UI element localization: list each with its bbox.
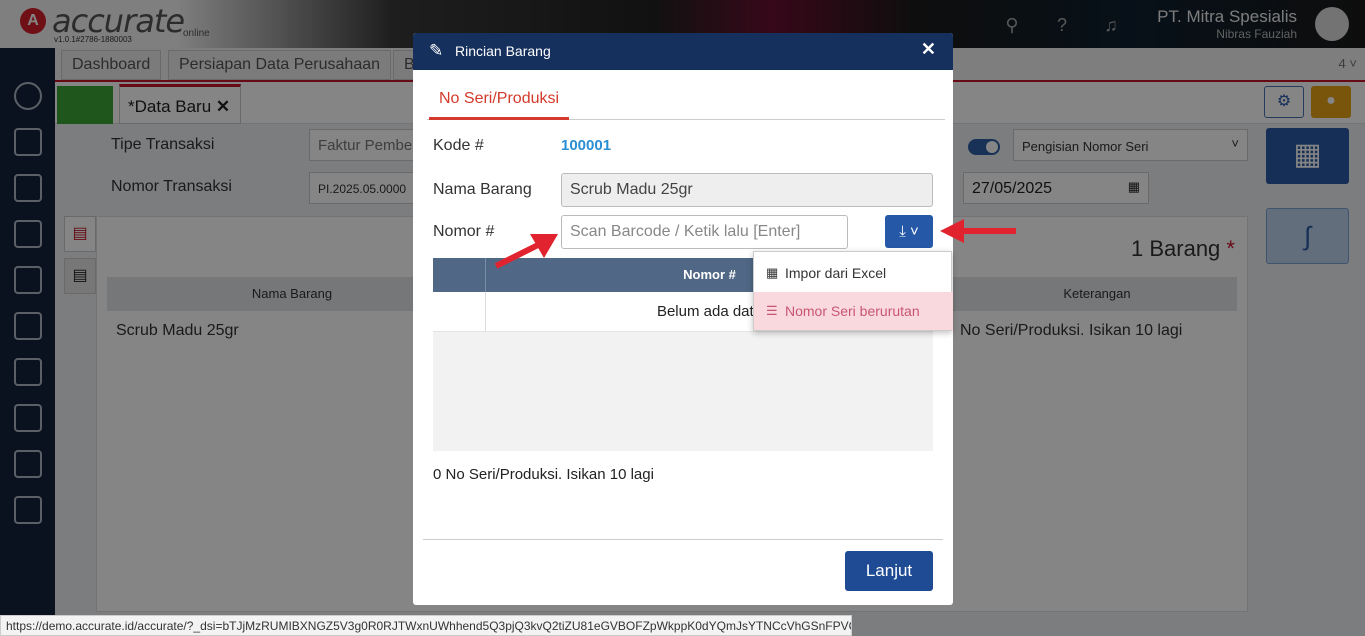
nama-barang-label: Nama Barang: [433, 181, 532, 198]
chevron-down-icon: ˅: [910, 223, 919, 240]
tab-no-seri[interactable]: No Seri/Produksi: [429, 82, 570, 120]
annotation-arrow-input: [494, 234, 558, 269]
modal-tabs: No Seri/Produksi: [427, 82, 945, 120]
menu-item-nomor-seri[interactable]: ☰ Nomor Seri berurutan: [754, 292, 953, 330]
kode-label: Kode #: [433, 137, 484, 154]
serial-count: 0 No Seri/Produksi. Isikan 10 lagi: [433, 466, 654, 483]
import-dropdown-menu: ▦ Impor dari Excel ☰ Nomor Seri beruruta…: [753, 251, 953, 331]
nomor-input[interactable]: Scan Barcode / Ketik lalu [Enter]: [561, 215, 848, 249]
kode-value: 100001: [561, 137, 612, 154]
modal-header: ✎ Rincian Barang ✕: [413, 33, 953, 70]
nomor-label: Nomor #: [433, 223, 495, 240]
modal-title: Rincian Barang: [455, 43, 551, 59]
status-url: https://demo.accurate.id/accurate/?_dsi=…: [0, 615, 852, 636]
pencil-icon: ✎: [429, 41, 444, 60]
excel-icon: ▦: [766, 265, 779, 280]
annotation-arrow-dropdown: [940, 219, 1016, 243]
nama-barang-field: Scrub Madu 25gr: [561, 173, 933, 207]
import-dropdown-button[interactable]: ⤓ ˅: [885, 215, 933, 248]
lanjut-button[interactable]: Lanjut: [845, 551, 933, 591]
modal-footer-divider: [423, 539, 943, 540]
close-icon[interactable]: ✕: [921, 39, 936, 60]
menu-item-nomor-seri-label: Nomor Seri berurutan: [785, 303, 920, 319]
download-icon: ⤓: [899, 223, 906, 240]
list-icon: ☰: [766, 303, 778, 318]
menu-item-impor-excel-label: Impor dari Excel: [785, 265, 887, 281]
menu-item-impor-excel[interactable]: ▦ Impor dari Excel: [754, 254, 953, 292]
